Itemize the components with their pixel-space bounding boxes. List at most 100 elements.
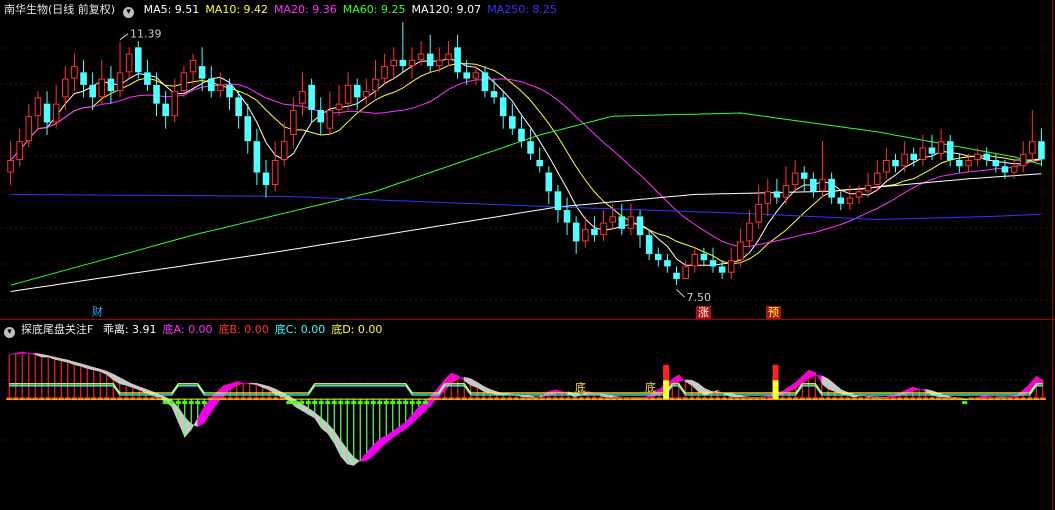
candle-body bbox=[545, 172, 553, 192]
candle-body bbox=[956, 160, 963, 167]
candle-body bbox=[700, 253, 708, 261]
indicator-legend-item-3: 底C: 0.00 bbox=[274, 323, 326, 336]
candle-body bbox=[855, 191, 863, 198]
candle-body bbox=[919, 147, 927, 160]
indicator-band-segment bbox=[490, 389, 497, 395]
zero-line-marker bbox=[409, 401, 415, 405]
candle bbox=[773, 178, 781, 204]
zero-line-marker bbox=[390, 401, 396, 405]
indicator-settings-icon[interactable]: ▾ bbox=[4, 327, 15, 338]
indicator-name: 探底尾盘关注F bbox=[21, 323, 94, 336]
indicator-band-segment bbox=[230, 381, 237, 390]
marker-yu[interactable]: 预 bbox=[766, 306, 781, 319]
candle bbox=[901, 141, 908, 173]
indicator-band-segment bbox=[113, 373, 120, 385]
chart-canvas: 11.39 7.50 bbox=[0, 0, 1055, 510]
candle-body bbox=[791, 172, 799, 186]
annotation-arrow bbox=[676, 288, 685, 298]
ma-legend-item-3: MA60: 9.25 bbox=[342, 3, 406, 16]
settings-icon[interactable]: ▾ bbox=[123, 7, 135, 18]
candle-body bbox=[472, 72, 480, 79]
candle bbox=[226, 78, 233, 110]
indicator-band-segment bbox=[80, 363, 88, 369]
candle-body bbox=[153, 84, 160, 104]
candle bbox=[335, 84, 343, 117]
candle bbox=[280, 122, 288, 167]
candle bbox=[344, 72, 352, 110]
candle-body bbox=[125, 53, 133, 73]
candle-body bbox=[89, 84, 96, 98]
candle bbox=[317, 97, 325, 135]
candle bbox=[682, 260, 689, 279]
indicator-band-segment bbox=[912, 386, 920, 392]
candle-body bbox=[764, 191, 772, 204]
indicator-band-segment bbox=[451, 372, 458, 385]
indicator-band-segment bbox=[477, 381, 484, 392]
di-signal-top-1 bbox=[663, 364, 670, 381]
candle-body bbox=[1019, 153, 1027, 167]
zero-line-marker bbox=[364, 401, 370, 405]
candle-body bbox=[737, 241, 744, 261]
indicator-gridlines bbox=[0, 379, 1055, 441]
indicator-band-segment bbox=[256, 382, 263, 389]
annotation-label: 7.50 bbox=[687, 291, 712, 304]
candle bbox=[983, 147, 990, 167]
indicator-band-segment bbox=[353, 456, 361, 467]
candle-body bbox=[16, 141, 23, 160]
indicator-band-segment bbox=[197, 405, 205, 428]
indicator-band-segment bbox=[1036, 375, 1043, 387]
indicator-band-segment bbox=[243, 382, 250, 385]
candle-body bbox=[572, 222, 580, 242]
candle bbox=[572, 216, 580, 254]
candle-body bbox=[445, 53, 452, 60]
candle-body bbox=[837, 197, 845, 204]
candle-body bbox=[563, 210, 571, 223]
candle-body bbox=[408, 59, 416, 67]
marker-cai[interactable]: 财 bbox=[90, 305, 105, 318]
indicator-band-segment bbox=[28, 353, 36, 356]
candle-body bbox=[518, 128, 525, 142]
indicator-band-segment bbox=[54, 356, 62, 362]
marker-zhang[interactable]: 涨 bbox=[696, 306, 711, 319]
candle bbox=[837, 191, 845, 211]
indicator-legend-item-1: 底A: 0.00 bbox=[162, 323, 213, 336]
candle-body bbox=[828, 178, 835, 198]
indicator-band-segment bbox=[672, 374, 679, 387]
di-signal-top-2 bbox=[772, 364, 779, 381]
candle-body bbox=[207, 78, 215, 92]
candle-body bbox=[974, 153, 981, 161]
candle bbox=[7, 141, 14, 186]
indicator-band-segment bbox=[9, 352, 16, 356]
candle-body bbox=[664, 260, 671, 267]
candle bbox=[600, 210, 607, 242]
candle bbox=[107, 66, 115, 104]
candle bbox=[153, 72, 160, 117]
indicator-band-segment bbox=[334, 429, 341, 457]
candle-body bbox=[591, 228, 598, 236]
indicator-band-segment bbox=[145, 388, 153, 396]
candle-body bbox=[654, 253, 662, 261]
annotation-label: 11.39 bbox=[130, 28, 162, 41]
candle-body bbox=[928, 147, 936, 154]
candle-body bbox=[134, 47, 142, 73]
indicator-band-segment bbox=[542, 391, 549, 398]
candle bbox=[43, 91, 51, 135]
indicator-band-segment bbox=[22, 351, 29, 354]
indicator-band-segment bbox=[106, 370, 114, 381]
candle-body bbox=[317, 109, 325, 123]
zero-line-marker bbox=[331, 401, 337, 405]
candle bbox=[892, 153, 899, 173]
annotation-arrow bbox=[119, 33, 129, 41]
candle-body bbox=[527, 141, 534, 154]
candle bbox=[408, 47, 416, 79]
candle bbox=[563, 197, 571, 236]
candle-body bbox=[892, 160, 899, 167]
indicator-band-segment bbox=[379, 435, 387, 450]
candle-body bbox=[326, 109, 334, 129]
indicator-band-segment bbox=[321, 417, 328, 434]
ma-legend-item-0: MA5: 9.51 bbox=[143, 3, 200, 16]
candle bbox=[691, 247, 699, 273]
indicator-band-segment bbox=[347, 448, 354, 466]
candle bbox=[509, 103, 516, 135]
candle-body bbox=[253, 141, 261, 173]
